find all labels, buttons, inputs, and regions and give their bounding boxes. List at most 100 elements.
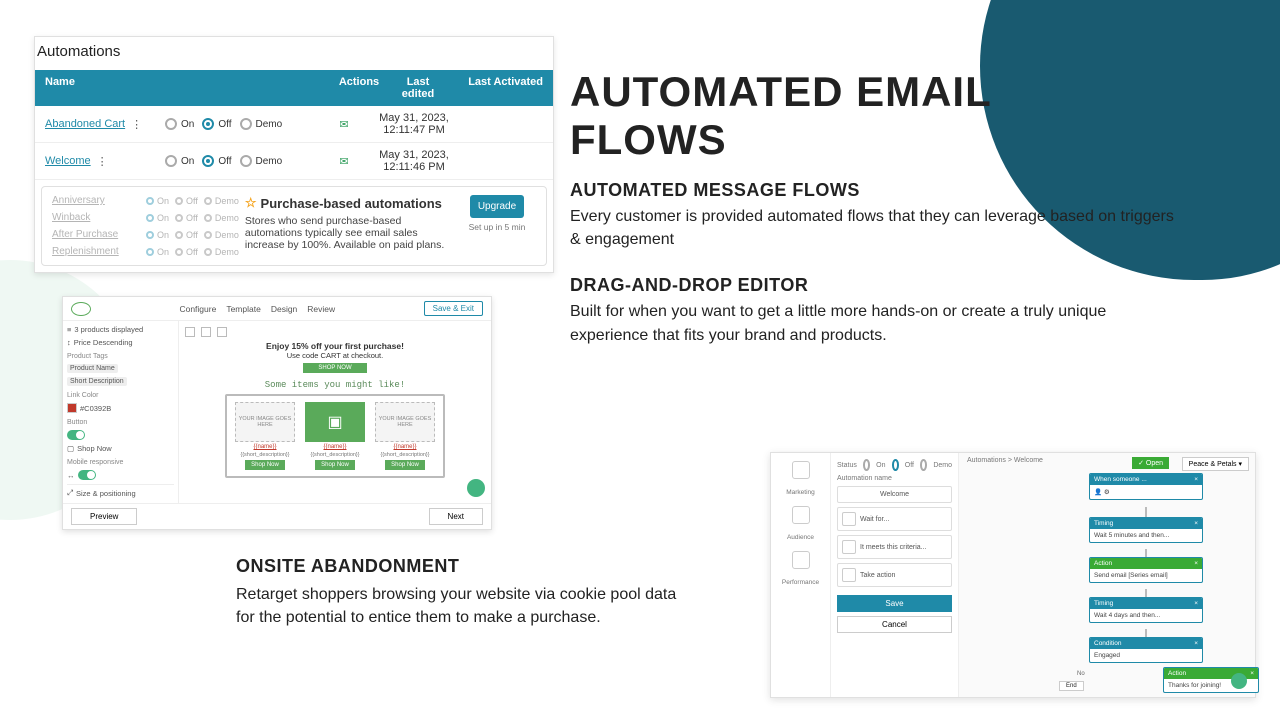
desktop-icon[interactable] xyxy=(185,327,195,337)
radio-demo[interactable] xyxy=(240,118,252,130)
node-timing[interactable]: Timing×Wait 4 days and then... xyxy=(1089,597,1203,623)
editor-canvas: Enjoy 15% off your first purchase! Use c… xyxy=(179,321,491,503)
automation-link[interactable]: Abandoned Cart xyxy=(45,118,125,130)
col-activated: Last Activated xyxy=(447,76,543,100)
upgrade-button[interactable]: Upgrade xyxy=(470,195,524,218)
table-row: Welcome ⋮ On Off Demo ✉ May 31, 2023, 12:… xyxy=(35,143,553,180)
promo-headline: Enjoy 15% off your first purchase! Use c… xyxy=(266,341,404,360)
product-card[interactable]: YOUR IMAGE GOES HERE {{name}} {{short_de… xyxy=(373,402,437,470)
fab-help-icon[interactable] xyxy=(1231,673,1247,689)
branch-no: No xyxy=(1077,671,1085,677)
tile-wait[interactable]: Wait for... xyxy=(837,507,952,531)
button-toggle[interactable] xyxy=(67,430,85,440)
radio-off[interactable] xyxy=(202,155,214,167)
col-edited: Last edited xyxy=(389,76,447,100)
mobile-toggle[interactable] xyxy=(78,470,96,480)
cancel-button[interactable]: Cancel xyxy=(837,616,952,633)
flow-nav: Marketing Audience Performance xyxy=(771,453,831,697)
radio-on[interactable] xyxy=(165,118,177,130)
automations-panel: Automations Name Actions Last edited Las… xyxy=(34,36,554,273)
star-icon: ☆ xyxy=(245,195,257,211)
node-end: End xyxy=(1059,681,1084,691)
feature-msg-body: Every customer is provided automated flo… xyxy=(570,205,1180,251)
clock-icon xyxy=(842,512,856,526)
device-bar xyxy=(185,327,227,337)
page-headline: AUTOMATED EMAIL FLOWS xyxy=(570,68,992,165)
bolt-icon xyxy=(842,568,856,582)
upsell-card: AnniversaryOnOffDemo WinbackOnOffDemo Af… xyxy=(41,186,547,266)
table-row: Abandoned Cart⋮ On Off Demo ✉ May 31, 20… xyxy=(35,106,553,143)
mobile-icon[interactable] xyxy=(217,327,227,337)
radio-on[interactable] xyxy=(863,459,870,471)
tablet-icon[interactable] xyxy=(201,327,211,337)
feature-list: AUTOMATED MESSAGE FLOWS Every customer i… xyxy=(570,180,1180,371)
placeholder-image-icon: YOUR IMAGE GOES HERE xyxy=(375,402,435,442)
editor-steps: Configure Template Design Review xyxy=(179,304,335,314)
camera-icon: ▣ xyxy=(305,402,365,442)
onsite-body: Retarget shoppers browsing your website … xyxy=(236,583,696,629)
automation-link[interactable]: Welcome xyxy=(45,155,91,167)
onsite-title: ONSITE ABANDONMENT xyxy=(236,556,696,577)
flow-canvas[interactable]: Automations > Welcome ✓ Open Peace & Pet… xyxy=(959,453,1255,697)
step-configure[interactable]: Configure xyxy=(179,304,216,314)
recs-title: Some items you might like! xyxy=(265,380,405,390)
save-button[interactable]: Save xyxy=(837,595,952,612)
megaphone-icon[interactable] xyxy=(792,461,810,479)
shop-now-button[interactable]: Shop Now xyxy=(315,460,355,470)
product-card[interactable]: ▣ {{name}} {{short_description}} Shop No… xyxy=(303,402,367,470)
col-actions: Actions xyxy=(329,76,389,100)
radio-demo[interactable] xyxy=(920,459,927,471)
col-name: Name xyxy=(45,76,171,100)
next-button[interactable]: Next xyxy=(429,508,483,525)
gear-icon[interactable] xyxy=(792,506,810,524)
last-edited: May 31, 2023, 12:11:47 PM xyxy=(365,112,463,136)
automations-table-header: Name Actions Last edited Last Activated xyxy=(35,70,553,106)
drag-handle-icon[interactable]: ⋮ xyxy=(97,155,108,168)
flow-settings: Status On Off Demo Automation name Welco… xyxy=(831,453,959,697)
shop-now-button[interactable]: Shop Now xyxy=(245,460,285,470)
step-design[interactable]: Design xyxy=(271,304,297,314)
automation-name[interactable]: Welcome xyxy=(837,486,952,503)
feature-dnd-body: Built for when you want to get a little … xyxy=(570,300,1180,346)
node-trigger[interactable]: When someone ...×👤 ⚙ xyxy=(1089,473,1203,500)
node-action[interactable]: Action×Send email [Series email] xyxy=(1089,557,1203,583)
close-icon[interactable]: × xyxy=(1194,476,1198,483)
step-template[interactable]: Template xyxy=(226,304,261,314)
step-review[interactable]: Review xyxy=(307,304,335,314)
headline-line2: FLOWS xyxy=(570,116,992,164)
chart-icon[interactable] xyxy=(792,551,810,569)
upsell-copy: ☆Purchase-based automations Stores who s… xyxy=(245,195,452,257)
setup-hint: Set up in 5 min xyxy=(469,222,526,232)
editor-sidebar: ≡3 products displayed ↕Price Descending … xyxy=(63,321,179,503)
shop-now-hero[interactable]: SHOP NOW xyxy=(303,363,367,373)
product-cards: YOUR IMAGE GOES HERE {{name}} {{short_de… xyxy=(225,394,445,478)
headline-line1: AUTOMATED EMAIL xyxy=(570,68,992,116)
locked-automations: AnniversaryOnOffDemo WinbackOnOffDemo Af… xyxy=(52,195,239,257)
tile-criteria[interactable]: It meets this criteria... xyxy=(837,535,952,559)
tile-action[interactable]: Take action xyxy=(837,563,952,587)
publish-button[interactable]: ✓ Open xyxy=(1132,457,1169,469)
node-timing[interactable]: Timing×Wait 5 minutes and then... xyxy=(1089,517,1203,543)
color-swatch[interactable] xyxy=(67,403,77,413)
breadcrumb: Automations > Welcome xyxy=(967,457,1043,464)
shop-now-button[interactable]: Shop Now xyxy=(385,460,425,470)
radio-off[interactable] xyxy=(202,118,214,130)
radio-on[interactable] xyxy=(165,155,177,167)
account-switch[interactable]: Peace & Petals ▾ xyxy=(1182,457,1249,471)
preview-button[interactable]: Preview xyxy=(71,508,137,525)
drag-handle-icon[interactable]: ⋮ xyxy=(131,118,142,131)
radio-demo[interactable] xyxy=(240,155,252,167)
last-edited: May 31, 2023, 12:11:46 PM xyxy=(365,149,463,173)
automations-title: Automations xyxy=(35,37,553,70)
save-exit-button[interactable]: Save & Exit xyxy=(424,301,483,316)
product-card[interactable]: YOUR IMAGE GOES HERE {{name}} {{short_de… xyxy=(233,402,297,470)
feature-dnd-title: DRAG-AND-DROP EDITOR xyxy=(570,275,1180,296)
placeholder-image-icon: YOUR IMAGE GOES HERE xyxy=(235,402,295,442)
status-radios: On Off Demo xyxy=(165,155,323,167)
fab-add-icon[interactable] xyxy=(467,479,485,497)
envelope-icon[interactable]: ✉ xyxy=(323,118,365,131)
node-condition[interactable]: Condition×Engaged xyxy=(1089,637,1203,663)
radio-off[interactable] xyxy=(892,459,899,471)
envelope-icon[interactable]: ✉ xyxy=(323,155,365,168)
editor-panel: Configure Template Design Review Save & … xyxy=(62,296,492,530)
